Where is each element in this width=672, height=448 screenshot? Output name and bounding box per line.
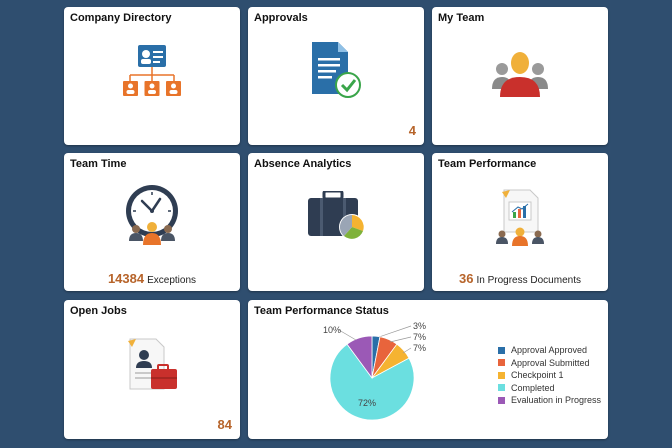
job-posting-icon	[128, 338, 177, 390]
pie-label-leader	[378, 325, 412, 338]
legend-label: Approval Submitted	[511, 357, 590, 368]
open-jobs-count: 84	[217, 417, 232, 432]
legend-label: Evaluation in Progress	[511, 395, 602, 406]
tile-title: Approvals	[254, 12, 308, 24]
approvals-count: 4	[408, 123, 416, 138]
tile-title: Team Performance	[438, 158, 537, 170]
tile-team-performance-status[interactable]: Team Performance Status 3% 7% 7% 72% 10% App…	[248, 300, 608, 439]
tile-open-jobs[interactable]: Open Jobs 84	[64, 300, 240, 439]
clock-icon	[126, 185, 178, 245]
tile-title: Team Time	[70, 158, 127, 170]
legend-label: Approval Approved	[511, 345, 588, 356]
tile-team-time[interactable]: Team Time 14384 Exceptions	[64, 153, 240, 291]
in-progress-label: In Progress Documents	[476, 275, 581, 286]
legend-swatch	[498, 359, 505, 367]
legend-swatch	[498, 371, 505, 379]
legend-item: Approval Approved	[498, 344, 601, 357]
legend-swatch	[498, 384, 505, 392]
tile-company-directory[interactable]: Company Directory	[64, 7, 240, 145]
legend-label: Checkpoint 1	[511, 370, 564, 381]
legend-item: Completed	[498, 382, 601, 395]
tile-approvals[interactable]: Approvals 4	[248, 7, 424, 145]
briefcase-chart-icon	[308, 191, 365, 240]
approval-document-icon	[312, 42, 361, 98]
legend-item: Approval Submitted	[498, 357, 601, 370]
tile-title: Company Directory	[70, 12, 172, 24]
legend-item: Checkpoint 1	[498, 369, 601, 382]
chart-legend: Approval Approved Approval Submitted Che…	[498, 344, 601, 407]
in-progress-count: 36	[459, 271, 474, 286]
exceptions-count: 14384	[107, 271, 145, 286]
tile-absence-analytics[interactable]: Absence Analytics	[248, 153, 424, 291]
pie-label-leader	[389, 336, 412, 343]
pie-label-leader	[338, 329, 357, 341]
tile-title: Absence Analytics	[254, 158, 352, 170]
team-icon	[492, 52, 548, 97]
legend-swatch	[498, 396, 505, 404]
tile-title: Open Jobs	[70, 305, 127, 317]
team-time-kpi: 14384 Exceptions	[64, 271, 240, 286]
legend-item: Evaluation in Progress	[498, 394, 601, 407]
team-performance-kpi: 36 In Progress Documents	[432, 271, 608, 286]
pie-data-label: 7%	[413, 343, 426, 353]
performance-status-pie-chart: 3%7%7%72%10%	[323, 321, 426, 421]
tile-team-performance[interactable]: Team Performance 36 In Progress Documents	[432, 153, 608, 291]
legend-swatch	[498, 346, 505, 354]
exceptions-label: Exceptions	[147, 275, 197, 286]
legend-label: Completed	[511, 382, 555, 393]
tile-title: My Team	[438, 12, 485, 24]
pie-data-label: 10%	[323, 325, 341, 335]
pie-data-label: 72%	[358, 398, 376, 408]
org-chart-icon	[123, 45, 181, 96]
performance-document-icon	[496, 189, 544, 246]
tile-my-team[interactable]: My Team	[432, 7, 608, 145]
pie-data-label: 3%	[413, 321, 426, 331]
pie-data-label: 7%	[413, 332, 426, 342]
